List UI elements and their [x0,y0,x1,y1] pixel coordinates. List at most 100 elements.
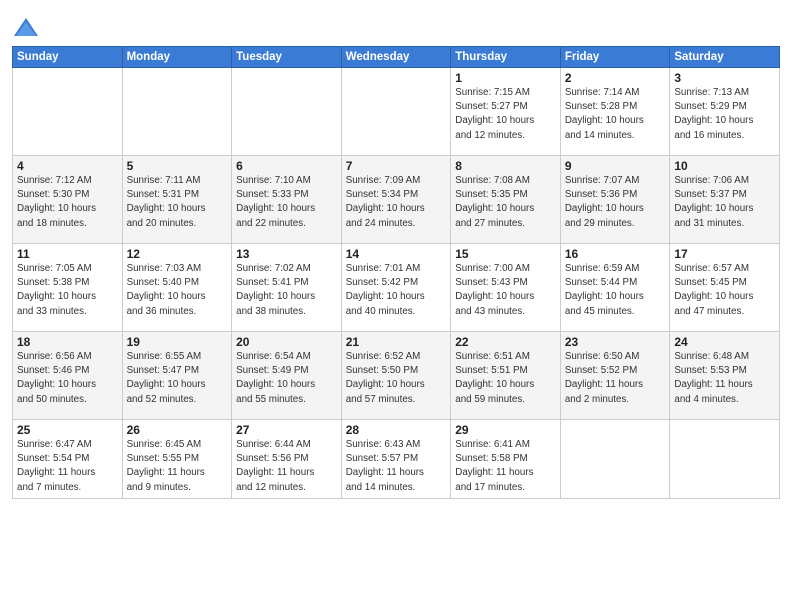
week-row-4: 18Sunrise: 6:56 AM Sunset: 5:46 PM Dayli… [13,332,780,420]
calendar-cell: 12Sunrise: 7:03 AM Sunset: 5:40 PM Dayli… [122,244,232,332]
cell-date: 14 [346,247,447,261]
cell-info: Sunrise: 6:48 AM Sunset: 5:53 PM Dayligh… [674,350,775,407]
cell-info: Sunrise: 6:44 AM Sunset: 5:56 PM Dayligh… [236,438,337,495]
calendar-cell: 21Sunrise: 6:52 AM Sunset: 5:50 PM Dayli… [341,332,451,420]
calendar-table: SundayMondayTuesdayWednesdayThursdayFrid… [12,46,780,499]
days-header-row: SundayMondayTuesdayWednesdayThursdayFrid… [13,47,780,68]
calendar-cell: 19Sunrise: 6:55 AM Sunset: 5:47 PM Dayli… [122,332,232,420]
calendar-cell: 26Sunrise: 6:45 AM Sunset: 5:55 PM Dayli… [122,420,232,499]
cell-date: 25 [17,423,118,437]
week-row-5: 25Sunrise: 6:47 AM Sunset: 5:54 PM Dayli… [13,420,780,499]
cell-date: 1 [455,71,556,85]
day-header-friday: Friday [560,47,670,68]
cell-info: Sunrise: 7:13 AM Sunset: 5:29 PM Dayligh… [674,86,775,143]
cell-date: 11 [17,247,118,261]
day-header-sunday: Sunday [13,47,123,68]
cell-info: Sunrise: 7:14 AM Sunset: 5:28 PM Dayligh… [565,86,666,143]
cell-date: 3 [674,71,775,85]
cell-info: Sunrise: 7:10 AM Sunset: 5:33 PM Dayligh… [236,174,337,231]
calendar-cell: 2Sunrise: 7:14 AM Sunset: 5:28 PM Daylig… [560,68,670,156]
calendar-cell: 11Sunrise: 7:05 AM Sunset: 5:38 PM Dayli… [13,244,123,332]
cell-info: Sunrise: 6:43 AM Sunset: 5:57 PM Dayligh… [346,438,447,495]
cell-info: Sunrise: 6:51 AM Sunset: 5:51 PM Dayligh… [455,350,556,407]
calendar-cell: 13Sunrise: 7:02 AM Sunset: 5:41 PM Dayli… [232,244,342,332]
logo [12,14,44,42]
cell-info: Sunrise: 7:01 AM Sunset: 5:42 PM Dayligh… [346,262,447,319]
cell-date: 2 [565,71,666,85]
calendar-cell: 23Sunrise: 6:50 AM Sunset: 5:52 PM Dayli… [560,332,670,420]
cell-info: Sunrise: 6:54 AM Sunset: 5:49 PM Dayligh… [236,350,337,407]
calendar-cell [560,420,670,499]
header-row [12,10,780,42]
calendar-cell: 10Sunrise: 7:06 AM Sunset: 5:37 PM Dayli… [670,156,780,244]
cell-info: Sunrise: 7:03 AM Sunset: 5:40 PM Dayligh… [127,262,228,319]
calendar-cell: 4Sunrise: 7:12 AM Sunset: 5:30 PM Daylig… [13,156,123,244]
cell-date: 8 [455,159,556,173]
cell-date: 9 [565,159,666,173]
calendar-cell: 6Sunrise: 7:10 AM Sunset: 5:33 PM Daylig… [232,156,342,244]
week-row-2: 4Sunrise: 7:12 AM Sunset: 5:30 PM Daylig… [13,156,780,244]
day-header-saturday: Saturday [670,47,780,68]
calendar-cell: 25Sunrise: 6:47 AM Sunset: 5:54 PM Dayli… [13,420,123,499]
cell-info: Sunrise: 6:47 AM Sunset: 5:54 PM Dayligh… [17,438,118,495]
cell-info: Sunrise: 7:08 AM Sunset: 5:35 PM Dayligh… [455,174,556,231]
cell-date: 20 [236,335,337,349]
calendar-cell: 8Sunrise: 7:08 AM Sunset: 5:35 PM Daylig… [451,156,561,244]
calendar-cell: 9Sunrise: 7:07 AM Sunset: 5:36 PM Daylig… [560,156,670,244]
cell-info: Sunrise: 7:02 AM Sunset: 5:41 PM Dayligh… [236,262,337,319]
cell-info: Sunrise: 6:50 AM Sunset: 5:52 PM Dayligh… [565,350,666,407]
cell-info: Sunrise: 6:55 AM Sunset: 5:47 PM Dayligh… [127,350,228,407]
calendar-cell [670,420,780,499]
cell-date: 6 [236,159,337,173]
cell-date: 5 [127,159,228,173]
calendar-cell: 14Sunrise: 7:01 AM Sunset: 5:42 PM Dayli… [341,244,451,332]
cell-info: Sunrise: 7:07 AM Sunset: 5:36 PM Dayligh… [565,174,666,231]
cell-date: 18 [17,335,118,349]
calendar-cell: 3Sunrise: 7:13 AM Sunset: 5:29 PM Daylig… [670,68,780,156]
day-header-monday: Monday [122,47,232,68]
calendar-cell: 16Sunrise: 6:59 AM Sunset: 5:44 PM Dayli… [560,244,670,332]
cell-date: 21 [346,335,447,349]
day-header-thursday: Thursday [451,47,561,68]
cell-info: Sunrise: 6:57 AM Sunset: 5:45 PM Dayligh… [674,262,775,319]
cell-date: 13 [236,247,337,261]
calendar-cell: 20Sunrise: 6:54 AM Sunset: 5:49 PM Dayli… [232,332,342,420]
cell-info: Sunrise: 6:45 AM Sunset: 5:55 PM Dayligh… [127,438,228,495]
cell-info: Sunrise: 6:59 AM Sunset: 5:44 PM Dayligh… [565,262,666,319]
cell-info: Sunrise: 7:05 AM Sunset: 5:38 PM Dayligh… [17,262,118,319]
calendar-cell: 15Sunrise: 7:00 AM Sunset: 5:43 PM Dayli… [451,244,561,332]
cell-date: 24 [674,335,775,349]
cell-info: Sunrise: 7:09 AM Sunset: 5:34 PM Dayligh… [346,174,447,231]
day-header-tuesday: Tuesday [232,47,342,68]
cell-date: 16 [565,247,666,261]
calendar-cell: 28Sunrise: 6:43 AM Sunset: 5:57 PM Dayli… [341,420,451,499]
cell-date: 17 [674,247,775,261]
calendar-cell: 18Sunrise: 6:56 AM Sunset: 5:46 PM Dayli… [13,332,123,420]
cell-date: 7 [346,159,447,173]
cell-date: 4 [17,159,118,173]
cell-date: 27 [236,423,337,437]
calendar-cell: 29Sunrise: 6:41 AM Sunset: 5:58 PM Dayli… [451,420,561,499]
calendar-cell: 5Sunrise: 7:11 AM Sunset: 5:31 PM Daylig… [122,156,232,244]
cell-info: Sunrise: 7:06 AM Sunset: 5:37 PM Dayligh… [674,174,775,231]
cell-date: 22 [455,335,556,349]
cell-info: Sunrise: 7:15 AM Sunset: 5:27 PM Dayligh… [455,86,556,143]
cell-info: Sunrise: 6:41 AM Sunset: 5:58 PM Dayligh… [455,438,556,495]
calendar-cell [122,68,232,156]
calendar-cell [341,68,451,156]
calendar-cell [13,68,123,156]
cell-date: 10 [674,159,775,173]
cell-info: Sunrise: 6:56 AM Sunset: 5:46 PM Dayligh… [17,350,118,407]
calendar-cell: 17Sunrise: 6:57 AM Sunset: 5:45 PM Dayli… [670,244,780,332]
calendar-cell: 24Sunrise: 6:48 AM Sunset: 5:53 PM Dayli… [670,332,780,420]
logo-icon [12,14,40,42]
day-header-wednesday: Wednesday [341,47,451,68]
calendar-cell [232,68,342,156]
calendar-cell: 27Sunrise: 6:44 AM Sunset: 5:56 PM Dayli… [232,420,342,499]
calendar-cell: 7Sunrise: 7:09 AM Sunset: 5:34 PM Daylig… [341,156,451,244]
calendar-cell: 22Sunrise: 6:51 AM Sunset: 5:51 PM Dayli… [451,332,561,420]
cell-info: Sunrise: 7:11 AM Sunset: 5:31 PM Dayligh… [127,174,228,231]
cell-date: 26 [127,423,228,437]
cell-date: 29 [455,423,556,437]
page-container: SundayMondayTuesdayWednesdayThursdayFrid… [0,0,792,505]
